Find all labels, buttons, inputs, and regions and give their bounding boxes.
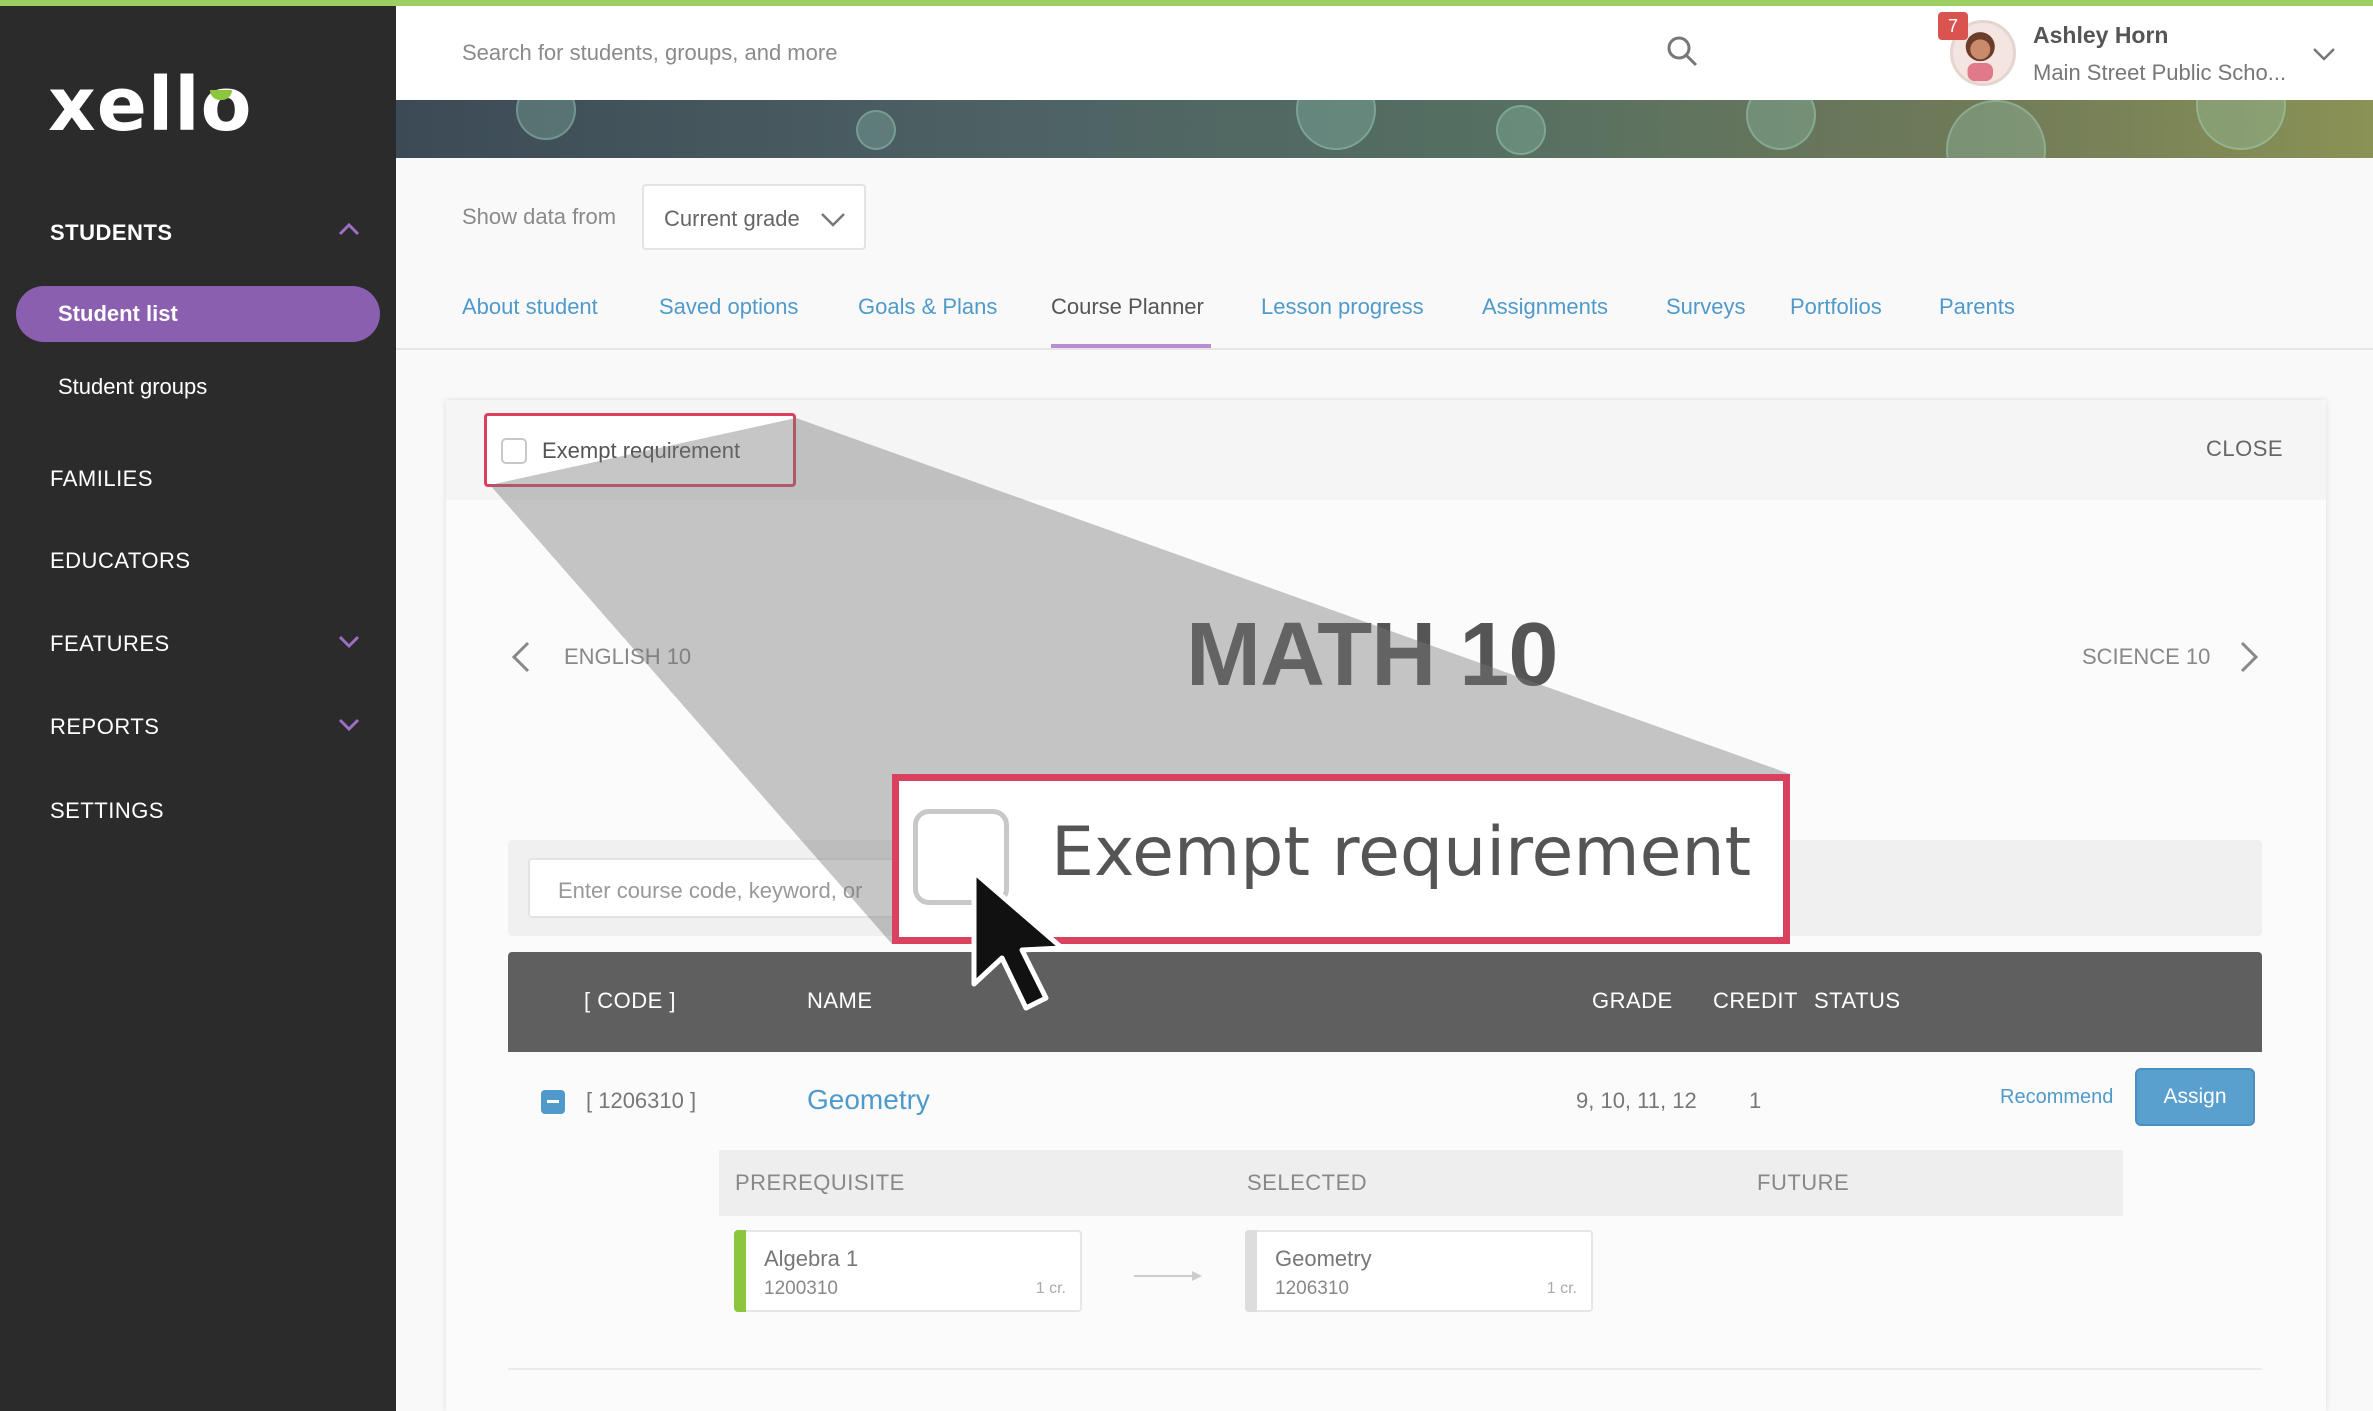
student-tabs: About student Saved options Goals & Plan… [396, 284, 2373, 350]
user-school: Main Street Public Scho... [2033, 60, 2287, 85]
tab-lesson-progress[interactable]: Lesson progress [1261, 294, 1424, 320]
sidebar: xello STUDENTS Student list Student grou… [0, 6, 396, 1411]
show-data-label: Show data from [462, 204, 617, 229]
user-name[interactable]: Ashley Horn [2033, 22, 2168, 49]
exempt-requirement-highlight: Exempt requirement [484, 413, 796, 487]
prereq-course-code: 1200310 [764, 1278, 838, 1299]
selected-course-card[interactable]: Geometry 1206310 1 cr. [1245, 1230, 1593, 1312]
course-search-placeholder: Enter course code, keyword, or [558, 878, 863, 903]
prev-course-link[interactable]: ENGLISH 10 [564, 644, 691, 670]
tab-course-planner[interactable]: Course Planner [1051, 294, 1204, 320]
row-code: [ 1206310 ] [586, 1088, 697, 1113]
zoomed-exempt-label: Exempt requirement [1051, 813, 1752, 892]
tab-goals-plans[interactable]: Goals & Plans [858, 294, 997, 320]
nav-student-list[interactable]: Student list [16, 286, 380, 342]
nav-features[interactable]: FEATURES [50, 631, 170, 657]
header-code: [ CODE ] [584, 988, 677, 1013]
row-grade: 9, 10, 11, 12 [1576, 1088, 1697, 1113]
nav-students[interactable]: STUDENTS [50, 220, 173, 246]
nav-educators[interactable]: EDUCATORS [50, 548, 191, 574]
chevron-right-icon[interactable] [2236, 640, 2262, 674]
recommend-link[interactable]: Recommend [2000, 1086, 2113, 1109]
selected-stripe [1245, 1230, 1257, 1312]
tab-assignments[interactable]: Assignments [1482, 294, 1608, 320]
chevron-down-icon[interactable] [336, 711, 362, 737]
next-course-link[interactable]: SCIENCE 10 [2082, 644, 2210, 670]
future-label: FUTURE [1757, 1170, 1850, 1195]
prereq-course-credit: 1 cr. [1035, 1280, 1066, 1297]
collapse-row-icon[interactable] [541, 1090, 565, 1114]
cursor-icon [968, 866, 1098, 1016]
nav-families[interactable]: FAMILIES [50, 466, 153, 492]
grade-select[interactable]: Current grade [642, 184, 866, 250]
assign-button[interactable]: Assign [2135, 1068, 2255, 1126]
course-title: MATH 10 [1186, 605, 1558, 705]
row-credit: 1 [1749, 1088, 1762, 1113]
prereq-course-name: Algebra 1 [764, 1246, 859, 1271]
tab-parents[interactable]: Parents [1939, 294, 2015, 320]
selected-label: SELECTED [1247, 1170, 1368, 1195]
global-search-input[interactable]: Search for students, groups, and more [462, 40, 837, 66]
row-divider [508, 1368, 2262, 1370]
chevron-down-icon [821, 213, 845, 227]
exempt-label[interactable]: Exempt requirement [542, 438, 740, 464]
arrow-right-icon [1134, 1268, 1204, 1284]
course-table-header: [ CODE ] NAME GRADE CREDIT STATUS [508, 952, 2262, 1052]
course-name-link[interactable]: Geometry [807, 1084, 930, 1116]
prerequisite-label: PREREQUISITE [735, 1170, 905, 1195]
header-banner [396, 100, 2373, 158]
chevron-down-icon[interactable] [2310, 40, 2338, 68]
exempt-checkbox[interactable] [501, 438, 527, 464]
header-name: NAME [807, 988, 873, 1013]
tab-portfolios[interactable]: Portfolios [1790, 294, 1882, 320]
nav-settings[interactable]: SETTINGS [50, 798, 164, 824]
selected-course-credit: 1 cr. [1546, 1280, 1577, 1297]
nav-student-list-label: Student list [58, 301, 178, 326]
tab-about-student[interactable]: About student [462, 294, 598, 320]
nav-reports[interactable]: REPORTS [50, 714, 159, 740]
tab-saved-options[interactable]: Saved options [659, 294, 798, 320]
grade-select-value: Current grade [664, 206, 800, 231]
nav-student-groups[interactable]: Student groups [58, 374, 207, 400]
header-grade: GRADE [1592, 988, 1673, 1013]
search-icon[interactable] [1665, 34, 1699, 68]
selected-course-name: Geometry [1275, 1246, 1372, 1271]
chevron-up-icon[interactable] [336, 216, 362, 242]
header-status: STATUS [1814, 988, 1901, 1013]
xello-logo[interactable]: xello [48, 62, 253, 148]
completed-stripe [734, 1230, 746, 1312]
active-tab-indicator [1051, 344, 1211, 348]
chevron-down-icon[interactable] [336, 628, 362, 654]
tab-surveys[interactable]: Surveys [1666, 294, 1745, 320]
prerequisite-header-bar [719, 1150, 2123, 1216]
header-credit: CREDIT [1713, 988, 1798, 1013]
close-button[interactable]: CLOSE [2206, 436, 2283, 462]
prerequisite-course-card[interactable]: Algebra 1 1200310 1 cr. [734, 1230, 1082, 1312]
notification-badge[interactable]: 7 [1938, 12, 1968, 40]
selected-course-code: 1206310 [1275, 1278, 1349, 1299]
chevron-left-icon[interactable] [508, 640, 534, 674]
